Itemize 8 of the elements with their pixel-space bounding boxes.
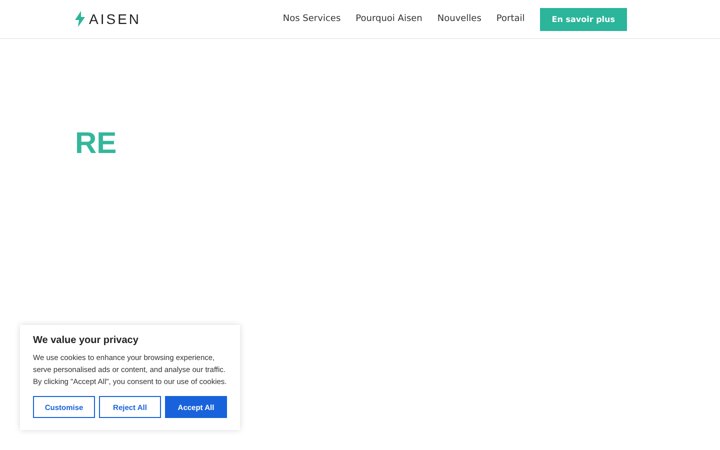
hero-heading: RE — [75, 127, 118, 161]
nav-link[interactable]: Nos Services — [282, 14, 341, 24]
nav-link[interactable]: Nouvelles — [437, 14, 482, 24]
nav-link[interactable]: Pourquoi Aisen — [356, 14, 422, 24]
banner-title: We value your privacy — [33, 335, 140, 346]
logo[interactable]: AISEN — [89, 11, 142, 27]
nav-link[interactable]: Portail — [496, 14, 525, 24]
lightning-icon — [75, 11, 85, 27]
